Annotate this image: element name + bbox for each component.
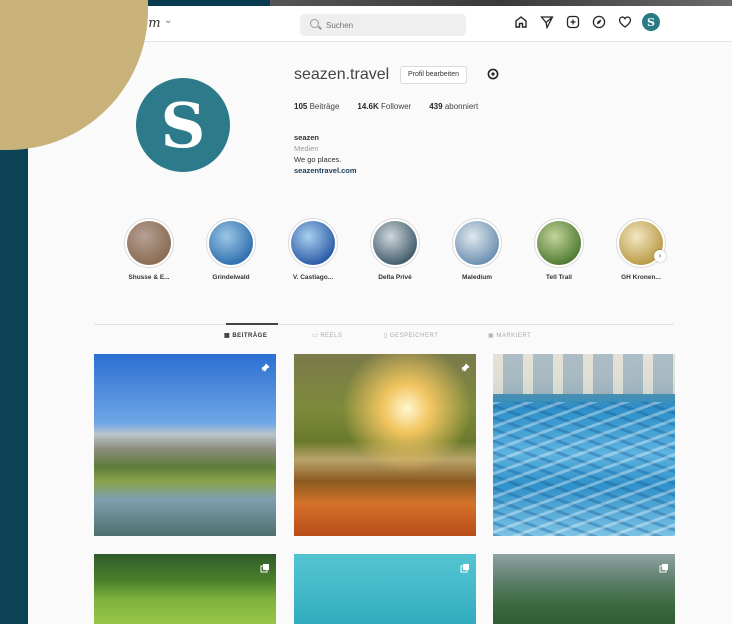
highlight-item[interactable]: V. Castiago... xyxy=(278,218,348,281)
followers-label: Follower xyxy=(380,102,412,111)
highlight-thumbnail xyxy=(291,221,335,265)
highlight-ring xyxy=(534,218,584,268)
highlight-thumbnail xyxy=(537,221,581,265)
instagram-profile-window: gram ⌄ S S seazen.travel Prof xyxy=(28,6,732,624)
highlight-thumbnail xyxy=(209,221,253,265)
tab-saved-label: GESPEICHERT xyxy=(389,333,439,339)
profile-username: seazen.travel xyxy=(294,66,390,83)
profile-bio: seazen Medien We go places. seazentravel… xyxy=(294,132,357,176)
highlight-item[interactable]: Tell Trail xyxy=(524,218,594,281)
edit-profile-button[interactable]: Profil bearbeiten xyxy=(400,66,467,84)
multiple-posts-icon xyxy=(659,560,669,573)
followers-stat[interactable]: 14.6K Follower xyxy=(357,102,411,111)
tab-tagged-label: MARKIERT xyxy=(496,333,532,339)
tab-posts-label: BEITRÄGE xyxy=(232,333,268,339)
highlight-label: Maledium xyxy=(462,274,492,281)
highlight-ring xyxy=(124,218,174,268)
direct-icon[interactable] xyxy=(538,13,556,31)
highlight-thumbnail xyxy=(373,221,417,265)
search-input[interactable] xyxy=(326,17,456,33)
highlight-ring xyxy=(452,218,502,268)
search-icon xyxy=(310,19,319,28)
profile-avatar[interactable]: S xyxy=(136,78,230,172)
multiple-posts-icon xyxy=(260,560,270,573)
active-tab-indicator xyxy=(226,323,278,325)
search-box[interactable] xyxy=(300,14,466,36)
home-icon[interactable] xyxy=(512,13,530,31)
profile-tabs: ▦ BEITRÄGE ▭ REELS ▯ GESPEICHERT ▣ MARKI… xyxy=(224,332,564,344)
post-thumbnail[interactable] xyxy=(294,554,476,624)
pinned-icon xyxy=(460,360,470,372)
highlight-item[interactable]: GH Kronen... xyxy=(606,218,676,281)
post-thumbnail[interactable] xyxy=(94,554,276,624)
post-thumbnail[interactable] xyxy=(493,354,675,536)
highlight-item[interactable]: Grindelwald xyxy=(196,218,266,281)
highlight-ring xyxy=(288,218,338,268)
highlight-label: Grindelwald xyxy=(212,274,250,281)
highlight-ring xyxy=(370,218,420,268)
posts-stat: 105 Beiträge xyxy=(294,102,339,111)
post-thumbnail[interactable] xyxy=(294,354,476,536)
followers-count: 14.6K xyxy=(357,102,379,111)
highlight-ring xyxy=(206,218,256,268)
post-thumbnail[interactable] xyxy=(493,554,675,624)
tab-posts[interactable]: ▦ BEITRÄGE xyxy=(224,332,267,339)
highlight-item[interactable]: Shusse & E... xyxy=(114,218,184,281)
highlight-label: Delta Privé xyxy=(378,274,412,281)
tabs-divider xyxy=(94,324,674,325)
highlight-item[interactable]: Delta Privé xyxy=(360,218,430,281)
highlight-label: Shusse & E... xyxy=(128,274,170,281)
tab-reels-label: REELS xyxy=(320,333,343,339)
post-image-architecture xyxy=(493,354,675,394)
tab-reels[interactable]: ▭ REELS xyxy=(312,332,343,339)
following-count: 439 xyxy=(429,102,443,111)
following-label: abonniert xyxy=(444,102,479,111)
bio-text: We go places. xyxy=(294,155,342,164)
bio-name: seazen xyxy=(294,133,320,142)
posts-label: Beiträge xyxy=(309,102,340,111)
story-highlights: Shusse & E... Grindelwald V. Castiago...… xyxy=(114,218,674,298)
post-thumbnail[interactable] xyxy=(94,354,276,536)
highlight-item[interactable]: Maledium xyxy=(442,218,512,281)
posts-count: 105 xyxy=(294,102,308,111)
highlights-next-arrow-icon[interactable]: › xyxy=(654,250,666,262)
bio-link[interactable]: seazentravel.com xyxy=(294,165,357,176)
profile-stats: 105 Beiträge 14.6K Follower 439 abonnier… xyxy=(294,102,478,111)
multiple-posts-icon xyxy=(460,560,470,573)
highlight-label: GH Kronen... xyxy=(621,274,661,281)
highlight-label: Tell Trail xyxy=(546,274,572,281)
new-post-icon[interactable] xyxy=(564,13,582,31)
account-switch-chevron-icon[interactable]: ⌄ xyxy=(164,15,172,26)
highlight-thumbnail xyxy=(455,221,499,265)
nav-icons: S xyxy=(512,13,660,31)
pinned-icon xyxy=(260,360,270,372)
bio-category: Medien xyxy=(294,144,319,153)
explore-icon[interactable] xyxy=(590,13,608,31)
following-stat[interactable]: 439 abonniert xyxy=(429,102,478,111)
tab-tagged[interactable]: ▣ MARKIERT xyxy=(488,332,531,339)
highlight-label: V. Castiago... xyxy=(292,274,334,281)
profile-avatar-nav[interactable]: S xyxy=(642,13,660,31)
activity-heart-icon[interactable] xyxy=(616,13,634,31)
highlight-thumbnail xyxy=(127,221,171,265)
tab-saved[interactable]: ▯ GESPEICHERT xyxy=(384,332,438,339)
settings-gear-icon[interactable] xyxy=(486,67,500,81)
post-image-pool-pattern xyxy=(493,402,675,536)
